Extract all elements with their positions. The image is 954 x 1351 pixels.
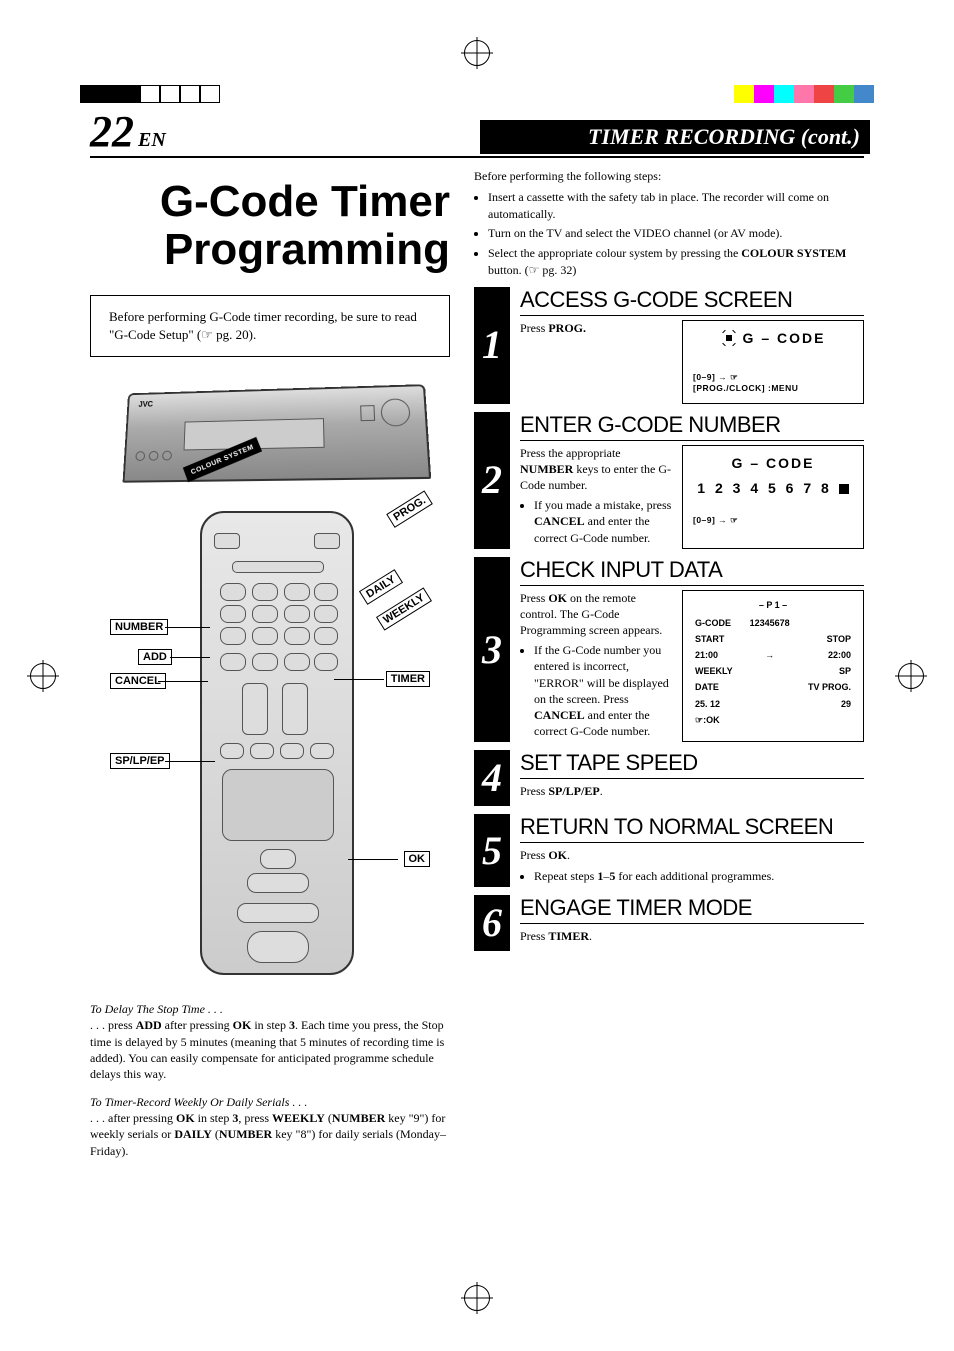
step-number: 3 (474, 557, 510, 743)
label-prog: PROG. (386, 490, 433, 528)
step-number: 1 (474, 287, 510, 404)
osd-panel: G – CODE1 2 3 4 5 6 7 8 [0–9] → ☞ (682, 445, 864, 549)
osd-panel: G – CODE[0–9] → ☞[PROG./CLOCK] :MENU (682, 320, 864, 404)
step-2: 2 ENTER G-CODE NUMBER Press the appropriat… (474, 412, 864, 549)
step-title: ENTER G-CODE NUMBER (520, 412, 864, 441)
step-title: ACCESS G-CODE SCREEN (520, 287, 864, 316)
step-text: Press OK on the remote control. The G-Co… (520, 590, 672, 743)
step-text: Press PROG. (520, 320, 672, 404)
step-body: RETURN TO NORMAL SCREEN Press OK.Repeat s… (510, 814, 864, 886)
left-column: G-Code Timer Programming Before performi… (90, 168, 450, 1171)
registration-mark-top (464, 40, 490, 66)
step-content: Press OK on the remote control. The G-Co… (520, 590, 864, 743)
page-language: EN (138, 130, 166, 150)
registration-mark-bottom (464, 1285, 490, 1311)
satellite-icon (721, 330, 737, 346)
step-content: Press OK.Repeat steps 1–5 for each addit… (520, 847, 864, 886)
tip-delay-body: . . . press ADD after pressing OK in ste… (90, 1018, 444, 1081)
step-body: CHECK INPUT DATA Press OK on the remote c… (510, 557, 864, 743)
pre-bullet: Select the appropriate colour system by … (488, 245, 864, 279)
step-text: Press TIMER. (520, 928, 864, 944)
step-body: SET TAPE SPEED Press SP/LP/EP. (510, 750, 864, 806)
step-body: ACCESS G-CODE SCREEN Press PROG.G – CODE[… (510, 287, 864, 404)
pre-bullet: Insert a cassette with the safety tab in… (488, 189, 864, 223)
step-1: 1 ACCESS G-CODE SCREEN Press PROG.G – CODE… (474, 287, 864, 404)
tip-serials-heading: To Timer-Record Weekly Or Daily Serials … (90, 1095, 307, 1109)
color-bars-right (734, 85, 874, 103)
step-title: CHECK INPUT DATA (520, 557, 864, 586)
step-content: Press TIMER. (520, 928, 864, 944)
page-content: 22 EN TIMER RECORDING (cont.) G-Code Tim… (90, 110, 864, 1261)
pre-intro: Before performing the following steps: (474, 169, 661, 183)
label-timer: TIMER (386, 671, 430, 687)
label-daily: DAILY (359, 569, 403, 605)
registration-mark-left (30, 663, 56, 689)
step-title: RETURN TO NORMAL SCREEN (520, 814, 864, 843)
step-body: ENTER G-CODE NUMBER Press the appropriate… (510, 412, 864, 549)
page-number-block: 22 EN (90, 110, 166, 154)
step-text: Press the appropriate NUMBER keys to ent… (520, 445, 672, 549)
vcr-brand: JVC (138, 400, 153, 409)
main-title-line2: Programming (164, 225, 450, 274)
step-6: 6 ENGAGE TIMER MODE Press TIMER. (474, 895, 864, 951)
tip-serials-body: . . . after pressing OK in step 3, press… (90, 1111, 446, 1157)
page-header: 22 EN TIMER RECORDING (cont.) (90, 110, 864, 158)
osd-panel: – P 1 –G-CODE12345678STARTSTOP21:00→22:0… (682, 590, 864, 743)
main-title: G-Code Timer Programming (90, 178, 450, 275)
remote-illustration: PROG. DAILY WEEKLY NUMBER ADD CANCEL TIM… (110, 501, 430, 981)
label-number: NUMBER (110, 619, 168, 635)
step-body: ENGAGE TIMER MODE Press TIMER. (510, 895, 864, 951)
registration-mark-right (898, 663, 924, 689)
step-title: ENGAGE TIMER MODE (520, 895, 864, 924)
step-number: 4 (474, 750, 510, 806)
step-text: Press OK.Repeat steps 1–5 for each addit… (520, 847, 864, 886)
pre-bullet: Turn on the TV and select the VIDEO chan… (488, 225, 864, 242)
vcr-illustration: JVC COLOUR SYSTEM (120, 387, 420, 481)
step-4: 4 SET TAPE SPEED Press SP/LP/EP. (474, 750, 864, 806)
tips-block: To Delay The Stop Time . . . . . . press… (90, 1001, 450, 1159)
stop-icon (839, 484, 849, 494)
step-content: Press SP/LP/EP. (520, 783, 864, 799)
step-3: 3 CHECK INPUT DATA Press OK on the remote … (474, 557, 864, 743)
step-text: Press SP/LP/EP. (520, 783, 864, 799)
step-content: Press the appropriate NUMBER keys to ent… (520, 445, 864, 549)
step-5: 5 RETURN TO NORMAL SCREEN Press OK.Repeat … (474, 814, 864, 886)
step-title: SET TAPE SPEED (520, 750, 864, 779)
pre-steps: Before performing the following steps: I… (474, 168, 864, 279)
section-title: TIMER RECORDING (cont.) (480, 120, 870, 154)
tip-delay-heading: To Delay The Stop Time . . . (90, 1002, 223, 1016)
label-splpep: SP/LP/EP (110, 753, 170, 769)
page-number: 22 (90, 110, 134, 154)
step-number: 2 (474, 412, 510, 549)
right-column: Before performing the following steps: I… (474, 168, 864, 1171)
step-number: 6 (474, 895, 510, 951)
color-bars-left (80, 85, 220, 103)
label-ok: OK (404, 851, 431, 867)
step-number: 5 (474, 814, 510, 886)
intro-box: Before performing G-Code timer recording… (90, 295, 450, 357)
label-add: ADD (138, 649, 172, 665)
main-title-line1: G-Code Timer (160, 177, 450, 226)
step-content: Press PROG.G – CODE[0–9] → ☞[PROG./CLOCK… (520, 320, 864, 404)
